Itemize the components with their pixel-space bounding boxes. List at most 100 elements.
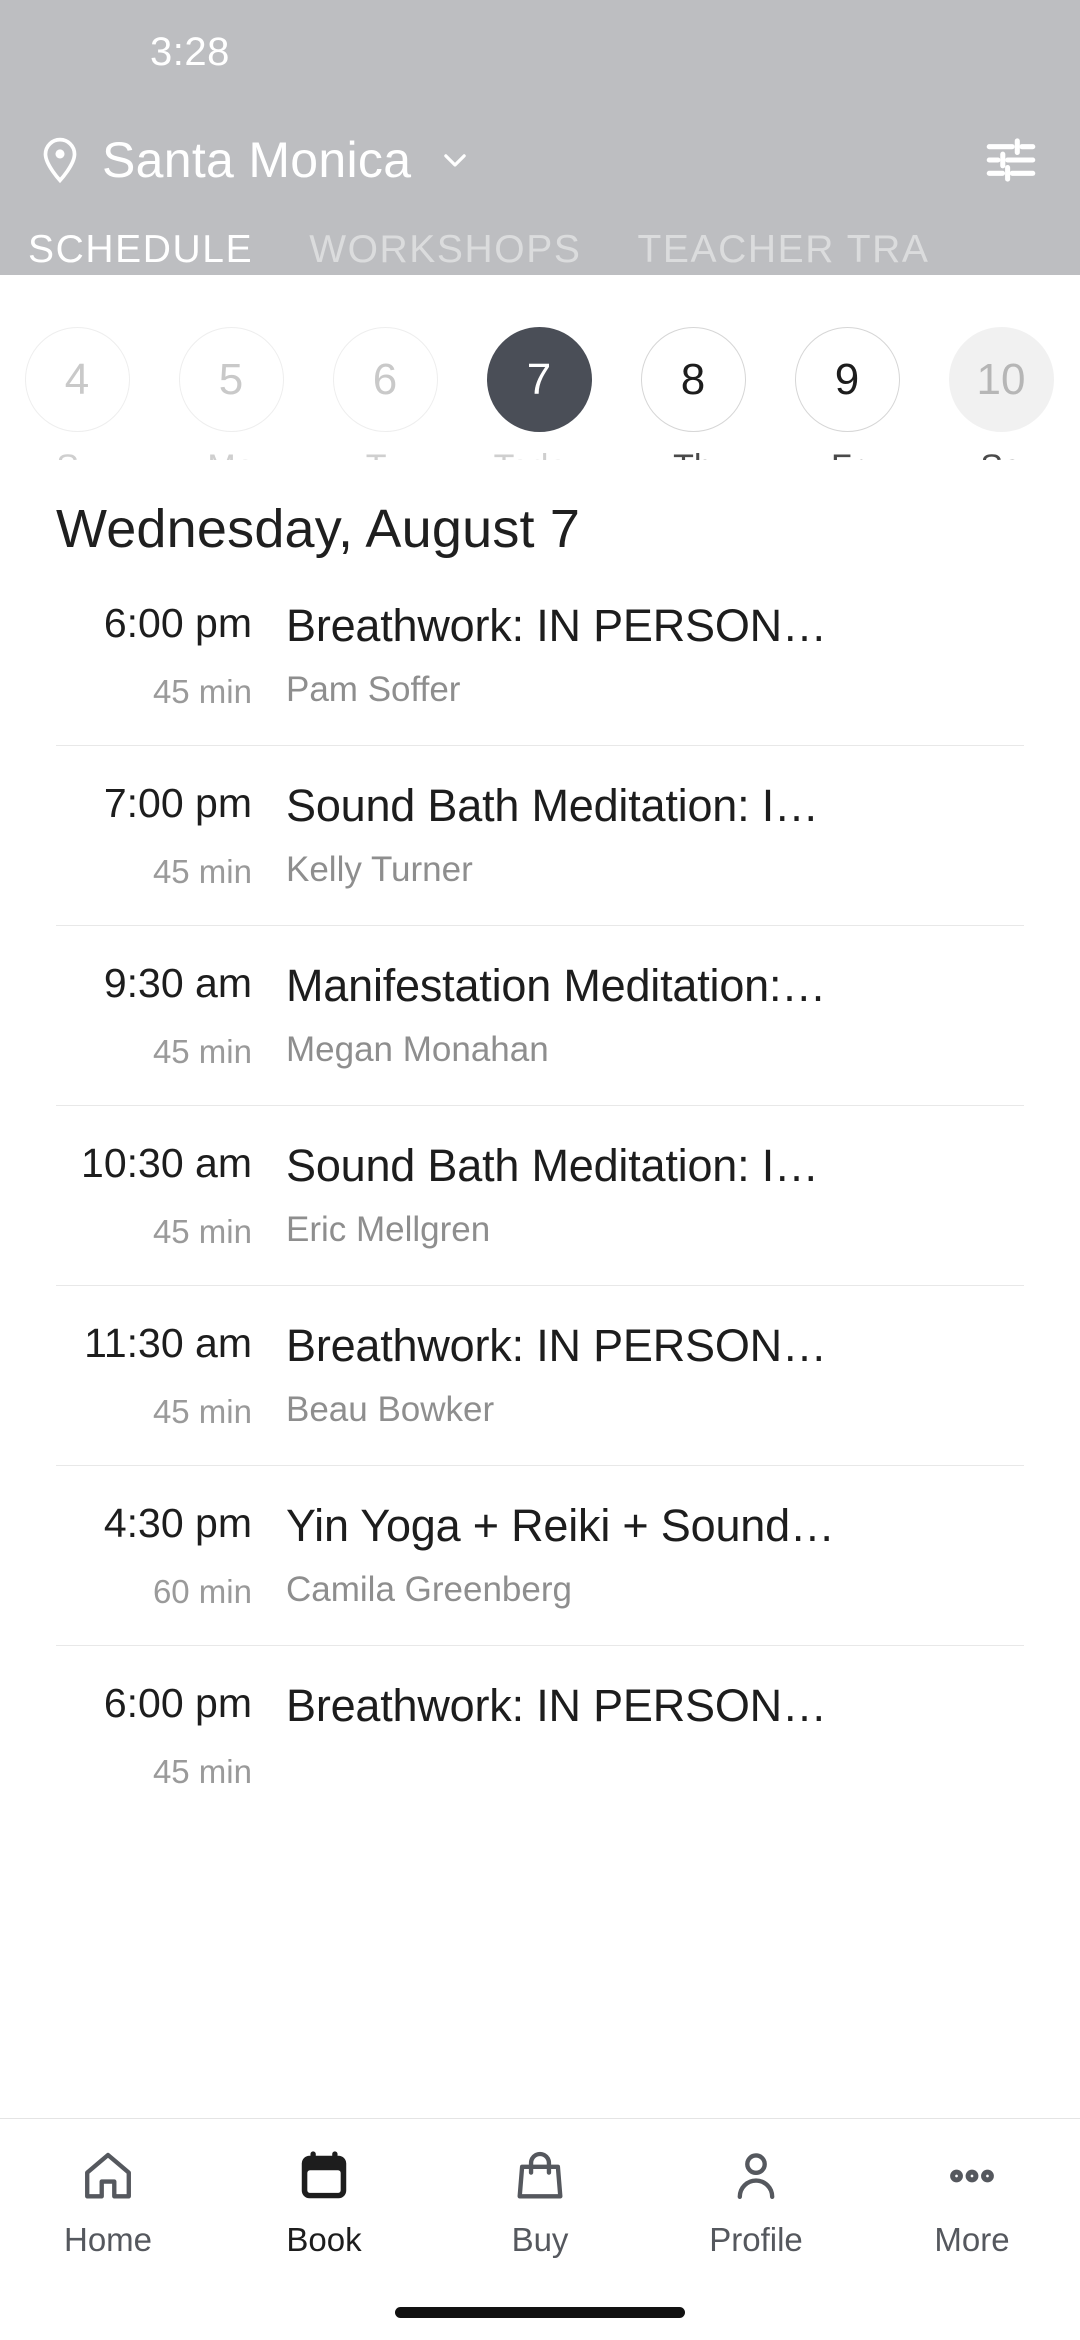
location-pin-icon <box>34 134 86 186</box>
date-number[interactable]: 5 <box>178 327 284 432</box>
class-teacher: Camila Greenberg <box>286 1570 572 1609</box>
status-bar-clock: 3:28 <box>150 30 230 74</box>
shopping-bag-icon <box>511 2145 569 2207</box>
class-name: Breathwork: IN PERSON… <box>286 1320 827 1371</box>
date-selector-strip[interactable]: 4 Su 5 Mo 6 Tu 7 Today 8 Th 9 Fr 10 Sa <box>0 275 1080 460</box>
tab-workshops[interactable]: WORKSHOPS <box>309 230 581 275</box>
class-row[interactable]: 4:30 pm 60 min Yin Yoga + Reiki + Sound…… <box>56 1465 1024 1645</box>
class-row[interactable]: 10:30 am 45 min Sound Bath Meditation: I… <box>56 1105 1024 1285</box>
class-info-column: Breathwork: IN PERSON… Pam Soffer <box>286 600 1024 710</box>
class-start-time: 11:30 am <box>84 1320 252 1366</box>
nav-item-book[interactable]: Book <box>216 2145 432 2259</box>
class-name: Breathwork: IN PERSON… <box>286 600 827 651</box>
class-info-column: Sound Bath Meditation: I… Eric Mellgren <box>286 1140 1024 1250</box>
person-icon <box>727 2145 785 2207</box>
class-info-column: Yin Yoga + Reiki + Sound… Camila Greenbe… <box>286 1500 1024 1610</box>
date-cell-4[interactable]: 4 Su <box>0 327 154 460</box>
date-cell-6[interactable]: 6 Tu <box>308 327 462 460</box>
class-time-column: 7:00 pm 45 min <box>56 780 286 891</box>
class-teacher: Pam Soffer <box>286 670 461 709</box>
nav-label: Profile <box>709 2221 803 2258</box>
tab-schedule[interactable]: SCHEDULE <box>28 230 253 275</box>
date-cell-10[interactable]: 10 Sa <box>924 327 1078 460</box>
nav-item-buy[interactable]: Buy <box>432 2145 648 2259</box>
class-start-time: 6:00 pm <box>103 600 252 646</box>
class-teacher: Megan Monahan <box>286 1030 549 1069</box>
date-weekday-label: Th <box>673 448 713 460</box>
class-schedule-list: 6:00 pm 45 min Breathwork: IN PERSON… Pa… <box>0 590 1080 1825</box>
class-info-column: Manifestation Meditation:… Megan Monahan <box>286 960 1024 1070</box>
header-tab-bar: SCHEDULE WORKSHOPS TEACHER TRA <box>0 215 1080 275</box>
filter-tune-icon[interactable] <box>982 131 1040 189</box>
class-start-time: 6:00 pm <box>103 1680 252 1726</box>
class-row[interactable]: 6:00 pm 45 min Breathwork: IN PERSON… <box>56 1645 1024 1825</box>
date-weekday-label: Mo <box>207 448 254 460</box>
date-weekday-label: Tu <box>366 448 404 460</box>
class-row[interactable]: 9:30 am 45 min Manifestation Meditation:… <box>56 925 1024 1105</box>
class-time-column: 10:30 am 45 min <box>56 1140 286 1251</box>
class-duration: 60 min <box>152 1573 252 1610</box>
nav-label: Buy <box>511 2221 569 2258</box>
class-info-column: Breathwork: IN PERSON… Beau Bowker <box>286 1320 1024 1430</box>
date-number[interactable]: 9 <box>794 327 900 432</box>
nav-item-home[interactable]: Home <box>0 2145 216 2259</box>
date-number[interactable]: 8 <box>640 327 746 432</box>
calendar-icon <box>295 2145 353 2207</box>
class-duration: 45 min <box>152 673 252 710</box>
date-weekday-label: Su <box>56 448 98 460</box>
more-dots-icon <box>943 2145 1001 2207</box>
nav-label: Home <box>63 2221 153 2258</box>
bottom-navigation-bar: Home Book Buy Profile More <box>0 2118 1080 2340</box>
location-name[interactable]: Santa Monica <box>102 131 411 189</box>
class-duration: 45 min <box>152 1393 252 1430</box>
class-time-column: 6:00 pm 45 min <box>56 600 286 711</box>
tab-teacher-training[interactable]: TEACHER TRA <box>637 230 929 275</box>
date-weekday-label: Today <box>494 448 585 460</box>
class-row[interactable]: 6:00 pm 45 min Breathwork: IN PERSON… Pa… <box>56 590 1024 745</box>
class-start-time: 10:30 am <box>81 1140 252 1186</box>
class-time-column: 6:00 pm 45 min <box>56 1680 286 1791</box>
date-number[interactable]: 10 <box>948 327 1054 432</box>
class-start-time: 9:30 am <box>103 960 252 1006</box>
class-name: Manifestation Meditation:… <box>286 960 827 1011</box>
nav-item-more[interactable]: More <box>864 2145 1080 2259</box>
date-weekday-label: Fr <box>831 448 863 460</box>
class-name: Sound Bath Meditation: I… <box>286 1140 819 1191</box>
class-row[interactable]: 7:00 pm 45 min Sound Bath Meditation: I…… <box>56 745 1024 925</box>
class-duration: 45 min <box>152 1033 252 1070</box>
date-cell-8[interactable]: 8 Th <box>616 327 770 460</box>
nav-item-profile[interactable]: Profile <box>648 2145 864 2259</box>
class-teacher: Beau Bowker <box>286 1390 495 1429</box>
date-number[interactable]: 4 <box>24 327 130 432</box>
status-bar: 3:28 <box>0 0 1080 105</box>
class-info-column: Sound Bath Meditation: I… Kelly Turner <box>286 780 1024 890</box>
date-weekday-label: Sa <box>980 448 1022 460</box>
class-time-column: 11:30 am 45 min <box>56 1320 286 1431</box>
class-start-time: 4:30 pm <box>103 1500 252 1546</box>
date-cell-9[interactable]: 9 Fr <box>770 327 924 460</box>
app-header: 3:28 Santa Monica SCHEDULE WORKSHOPS TEA… <box>0 0 1080 275</box>
class-row[interactable]: 11:30 am 45 min Breathwork: IN PERSON… B… <box>56 1285 1024 1465</box>
class-name: Sound Bath Meditation: I… <box>286 780 819 831</box>
class-duration: 45 min <box>152 853 252 890</box>
nav-label: Book <box>286 2221 362 2258</box>
date-number[interactable]: 7 <box>486 327 592 432</box>
class-duration: 45 min <box>152 1753 252 1790</box>
date-cell-5[interactable]: 5 Mo <box>154 327 308 460</box>
date-number[interactable]: 6 <box>332 327 438 432</box>
class-start-time: 7:00 pm <box>103 780 252 826</box>
location-bar: Santa Monica <box>0 105 1080 215</box>
home-icon <box>79 2145 137 2207</box>
class-name: Breathwork: IN PERSON… <box>286 1680 827 1731</box>
chevron-down-icon[interactable] <box>411 140 475 180</box>
class-teacher: Kelly Turner <box>286 850 473 889</box>
class-time-column: 9:30 am 45 min <box>56 960 286 1071</box>
date-cell-7-today-selected[interactable]: 7 Today <box>462 327 616 460</box>
class-time-column: 4:30 pm 60 min <box>56 1500 286 1611</box>
class-duration: 45 min <box>152 1213 252 1250</box>
class-teacher: Eric Mellgren <box>286 1210 491 1249</box>
class-info-column: Breathwork: IN PERSON… <box>286 1680 1024 1750</box>
home-indicator-bar <box>395 2307 685 2318</box>
class-name: Yin Yoga + Reiki + Sound… <box>286 1500 835 1551</box>
nav-label: More <box>934 2221 1010 2258</box>
